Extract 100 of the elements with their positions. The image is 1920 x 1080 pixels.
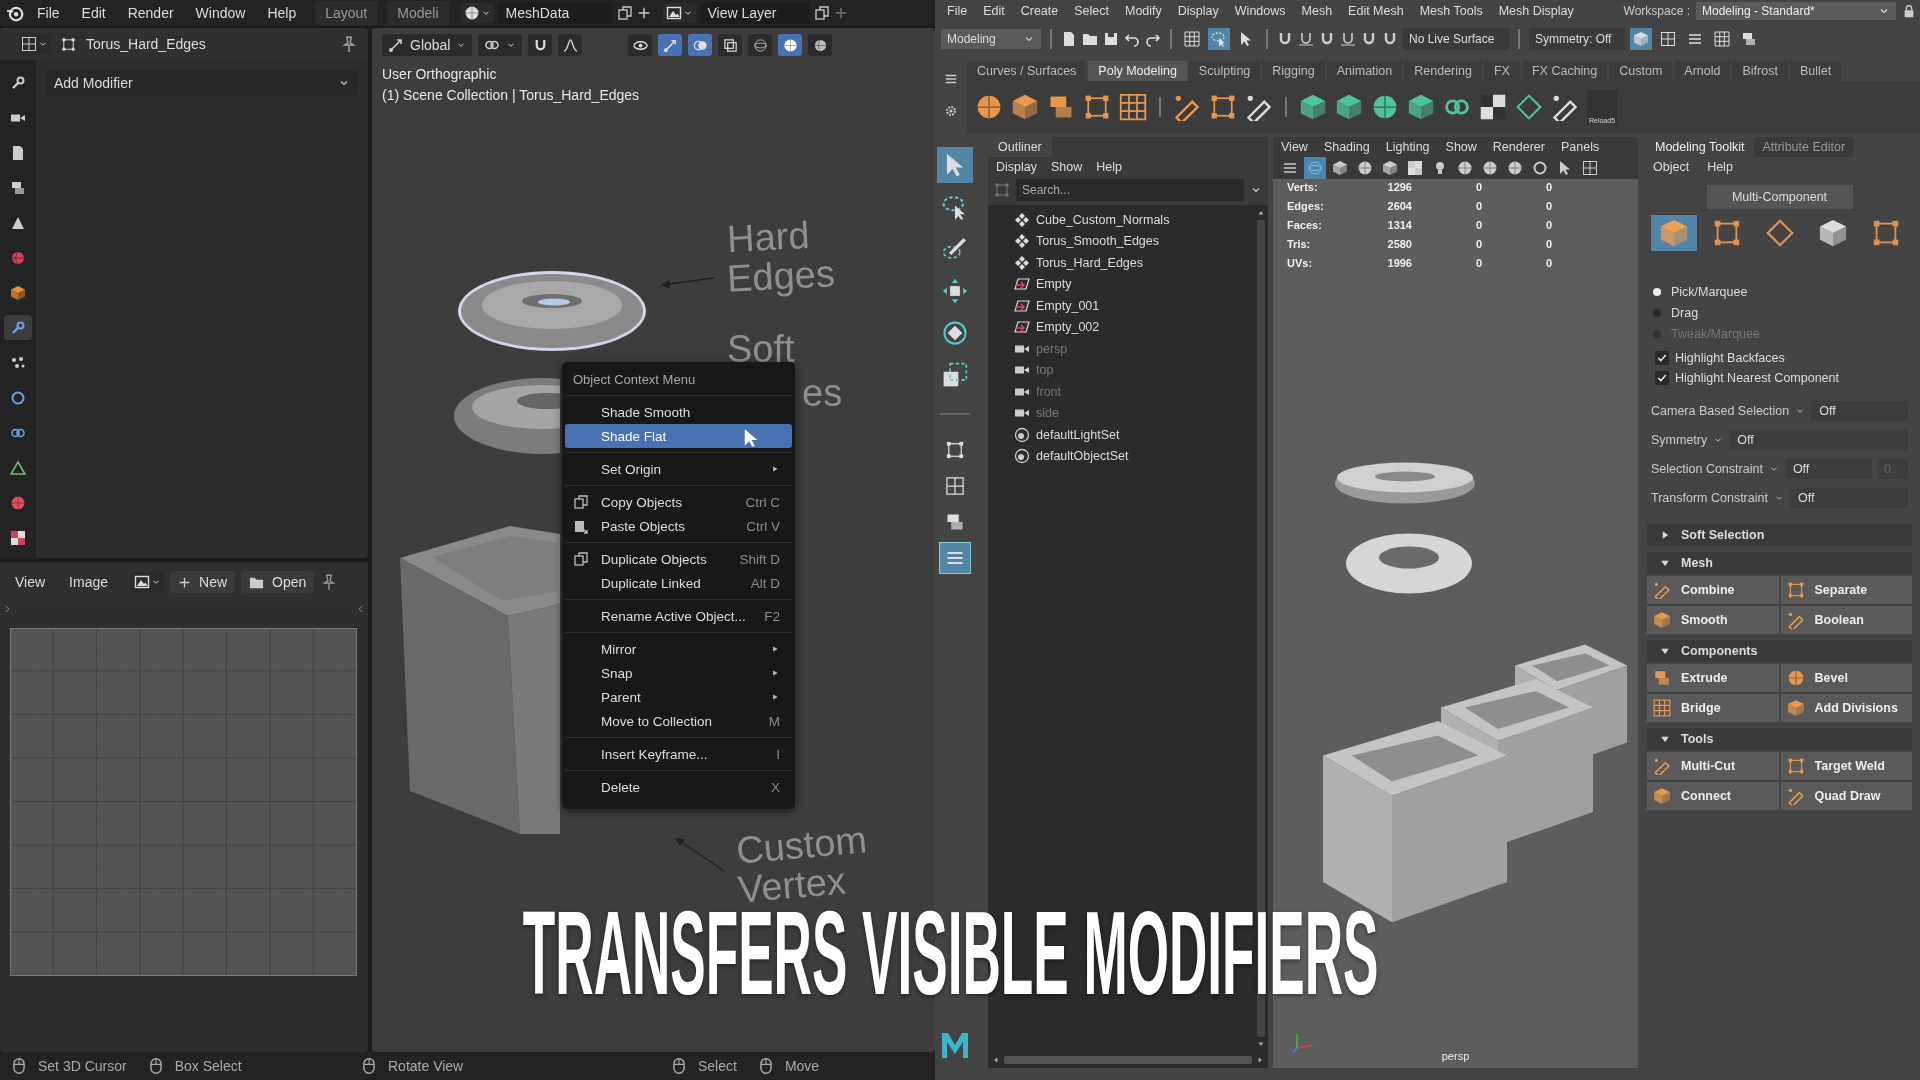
menu-item[interactable]: Show xyxy=(1445,140,1477,154)
menu-item[interactable]: Set Origin xyxy=(565,457,792,481)
tool-button[interactable]: Target Weld xyxy=(1780,752,1912,780)
tool-button[interactable]: Bevel xyxy=(1780,664,1912,692)
tool-button[interactable]: Smooth xyxy=(1647,606,1779,634)
tool-button[interactable]: Boolean xyxy=(1780,606,1912,634)
menu-item[interactable]: Shading xyxy=(1323,140,1370,154)
section-header[interactable]: Tools xyxy=(1647,728,1912,750)
shelf-tab[interactable]: FX Caching xyxy=(1521,61,1608,81)
tree-item[interactable]: Empty_002 xyxy=(1036,320,1100,335)
menu-item[interactable]: Snap xyxy=(565,661,792,685)
tool-button[interactable]: Extrude xyxy=(1647,664,1779,692)
menu-item[interactable]: Window xyxy=(186,3,255,23)
panel-tab[interactable]: Attribute Editor xyxy=(1754,137,1854,157)
tool-button[interactable]: Combine xyxy=(1647,576,1779,604)
menu-item[interactable]: View xyxy=(6,572,55,592)
section-header[interactable]: Components xyxy=(1647,640,1912,662)
menu-item[interactable]: Edit Mesh xyxy=(1340,3,1412,18)
shelf-tab[interactable]: Bullet xyxy=(1789,61,1842,81)
panel-tab[interactable]: Outliner xyxy=(988,137,1052,157)
menu-item[interactable]: Copy Objects Ctrl C xyxy=(565,490,792,514)
menu-item[interactable]: Display xyxy=(996,160,1037,174)
menu-item[interactable]: Renderer xyxy=(1492,140,1545,154)
live-surface-field[interactable]: No Live Surface xyxy=(1403,28,1509,50)
menu-item[interactable]: Object xyxy=(1653,160,1690,174)
tree-item[interactable]: Torus_Hard_Edges xyxy=(1036,255,1143,270)
menu-item[interactable]: Edit xyxy=(975,3,1013,18)
menu-item[interactable]: Duplicate Objects Shift D xyxy=(565,547,792,571)
workspace-tab[interactable]: Layout xyxy=(315,1,378,25)
menu-item[interactable]: Display xyxy=(1169,3,1227,18)
tree-item[interactable]: defaultObjectSet xyxy=(1036,449,1129,464)
menu-item[interactable]: File xyxy=(28,3,69,23)
shelf-tab[interactable]: FX xyxy=(1483,61,1520,81)
menu-item[interactable]: Parent xyxy=(565,685,792,709)
menu-item[interactable]: Mesh Display xyxy=(1490,3,1582,18)
tree-item[interactable]: defaultLightSet xyxy=(1036,427,1120,442)
section-title: Tools xyxy=(1681,732,1714,746)
option-value-field[interactable]: Off xyxy=(1811,401,1908,421)
shelf-tab[interactable]: Arnold xyxy=(1674,61,1731,81)
menu-item[interactable]: File xyxy=(939,3,976,18)
menu-item[interactable]: Windows xyxy=(1226,3,1294,18)
menu-set-dropdown[interactable]: Modeling xyxy=(941,29,1041,49)
add-modifier-dropdown[interactable]: Add Modifier xyxy=(46,70,358,96)
menu-item[interactable]: Mesh Tools xyxy=(1411,3,1491,18)
menu-item[interactable]: Duplicate Linked Alt D xyxy=(565,571,792,595)
multi-component-button[interactable]: Multi-Component xyxy=(1706,185,1853,209)
menu-item[interactable]: Panels xyxy=(1560,140,1600,154)
menu-item[interactable]: Image xyxy=(60,572,117,592)
orientation-dropdown[interactable]: Global xyxy=(382,34,473,56)
workspace-tab[interactable]: Modeli xyxy=(387,1,449,25)
shelf-tab[interactable]: Animation xyxy=(1326,61,1403,81)
tool-button[interactable]: Add Divisions xyxy=(1780,694,1912,722)
open-button[interactable]: Open xyxy=(241,571,315,593)
menu-item[interactable]: Create xyxy=(1012,3,1067,18)
shelf-tab[interactable]: Rendering xyxy=(1404,61,1482,81)
workspace-dropdown[interactable]: Modeling - Standard* xyxy=(1696,1,1896,20)
menu-item[interactable]: Show xyxy=(1051,160,1083,174)
menu-item[interactable]: Paste Objects Ctrl V xyxy=(565,514,792,538)
view-layer-field[interactable]: View Layer xyxy=(699,2,810,24)
menu-item[interactable]: Shade Smooth xyxy=(565,400,792,424)
menu-item[interactable]: Lighting xyxy=(1385,140,1430,154)
menu-item[interactable]: Mesh xyxy=(1293,3,1341,18)
section-header[interactable]: Soft Selection xyxy=(1647,524,1912,546)
menu-item[interactable]: Render xyxy=(118,3,183,23)
tree-item[interactable]: Cube_Custom_Normals xyxy=(1036,212,1170,227)
symmetry-field[interactable]: Symmetry: Off xyxy=(1529,28,1625,50)
tool-button[interactable]: Quad Draw xyxy=(1780,782,1912,810)
menu-item[interactable]: Help xyxy=(258,3,306,23)
menu-item[interactable]: Mirror xyxy=(565,637,792,661)
tree-item[interactable]: Empty_001 xyxy=(1036,298,1100,313)
menu-item[interactable]: Edit xyxy=(72,3,115,23)
tree-item[interactable]: Torus_Smooth_Edges xyxy=(1036,234,1159,249)
menu-item[interactable]: Insert Keyframe... I xyxy=(565,742,792,766)
menu-item[interactable]: Help xyxy=(1096,160,1122,174)
menu-item[interactable]: Move to Collection M xyxy=(565,709,792,733)
tool-button[interactable]: Multi-Cut xyxy=(1647,752,1779,780)
menu-item[interactable]: Help xyxy=(1707,160,1733,174)
tool-button[interactable]: Bridge xyxy=(1647,694,1779,722)
shelf-tab[interactable]: Poly Modeling xyxy=(1088,61,1187,81)
search-field[interactable]: Search... xyxy=(1016,179,1244,201)
tool-button[interactable]: Separate xyxy=(1780,576,1912,604)
scene-field[interactable]: MeshData xyxy=(497,2,613,24)
shelf-tab[interactable]: Curves / Surfaces xyxy=(967,61,1087,81)
menu-item[interactable]: Rename Active Object... F2 xyxy=(565,604,792,628)
tree-item[interactable]: Empty xyxy=(1036,277,1072,292)
menu-item[interactable]: Shade Flat xyxy=(565,424,792,448)
section-header[interactable]: Mesh xyxy=(1647,552,1912,574)
shelf-tab[interactable]: Custom xyxy=(1609,61,1673,81)
menu-item[interactable]: Delete X xyxy=(565,775,792,799)
option-value-field[interactable]: Off xyxy=(1789,488,1908,508)
shelf-tab[interactable]: Bifrost xyxy=(1732,61,1788,81)
menu-item[interactable]: Modify xyxy=(1117,3,1170,18)
option-value-field[interactable]: Off xyxy=(1784,459,1872,479)
shelf-tab[interactable]: Sculpting xyxy=(1188,61,1261,81)
menu-item[interactable]: View xyxy=(1281,140,1308,154)
shelf-tab[interactable]: Rigging xyxy=(1262,61,1325,81)
menu-item[interactable]: Select xyxy=(1066,3,1117,18)
tool-button[interactable]: Connect xyxy=(1647,782,1779,810)
option-value-field[interactable]: Off xyxy=(1729,430,1908,450)
new-button[interactable]: New xyxy=(170,571,236,593)
